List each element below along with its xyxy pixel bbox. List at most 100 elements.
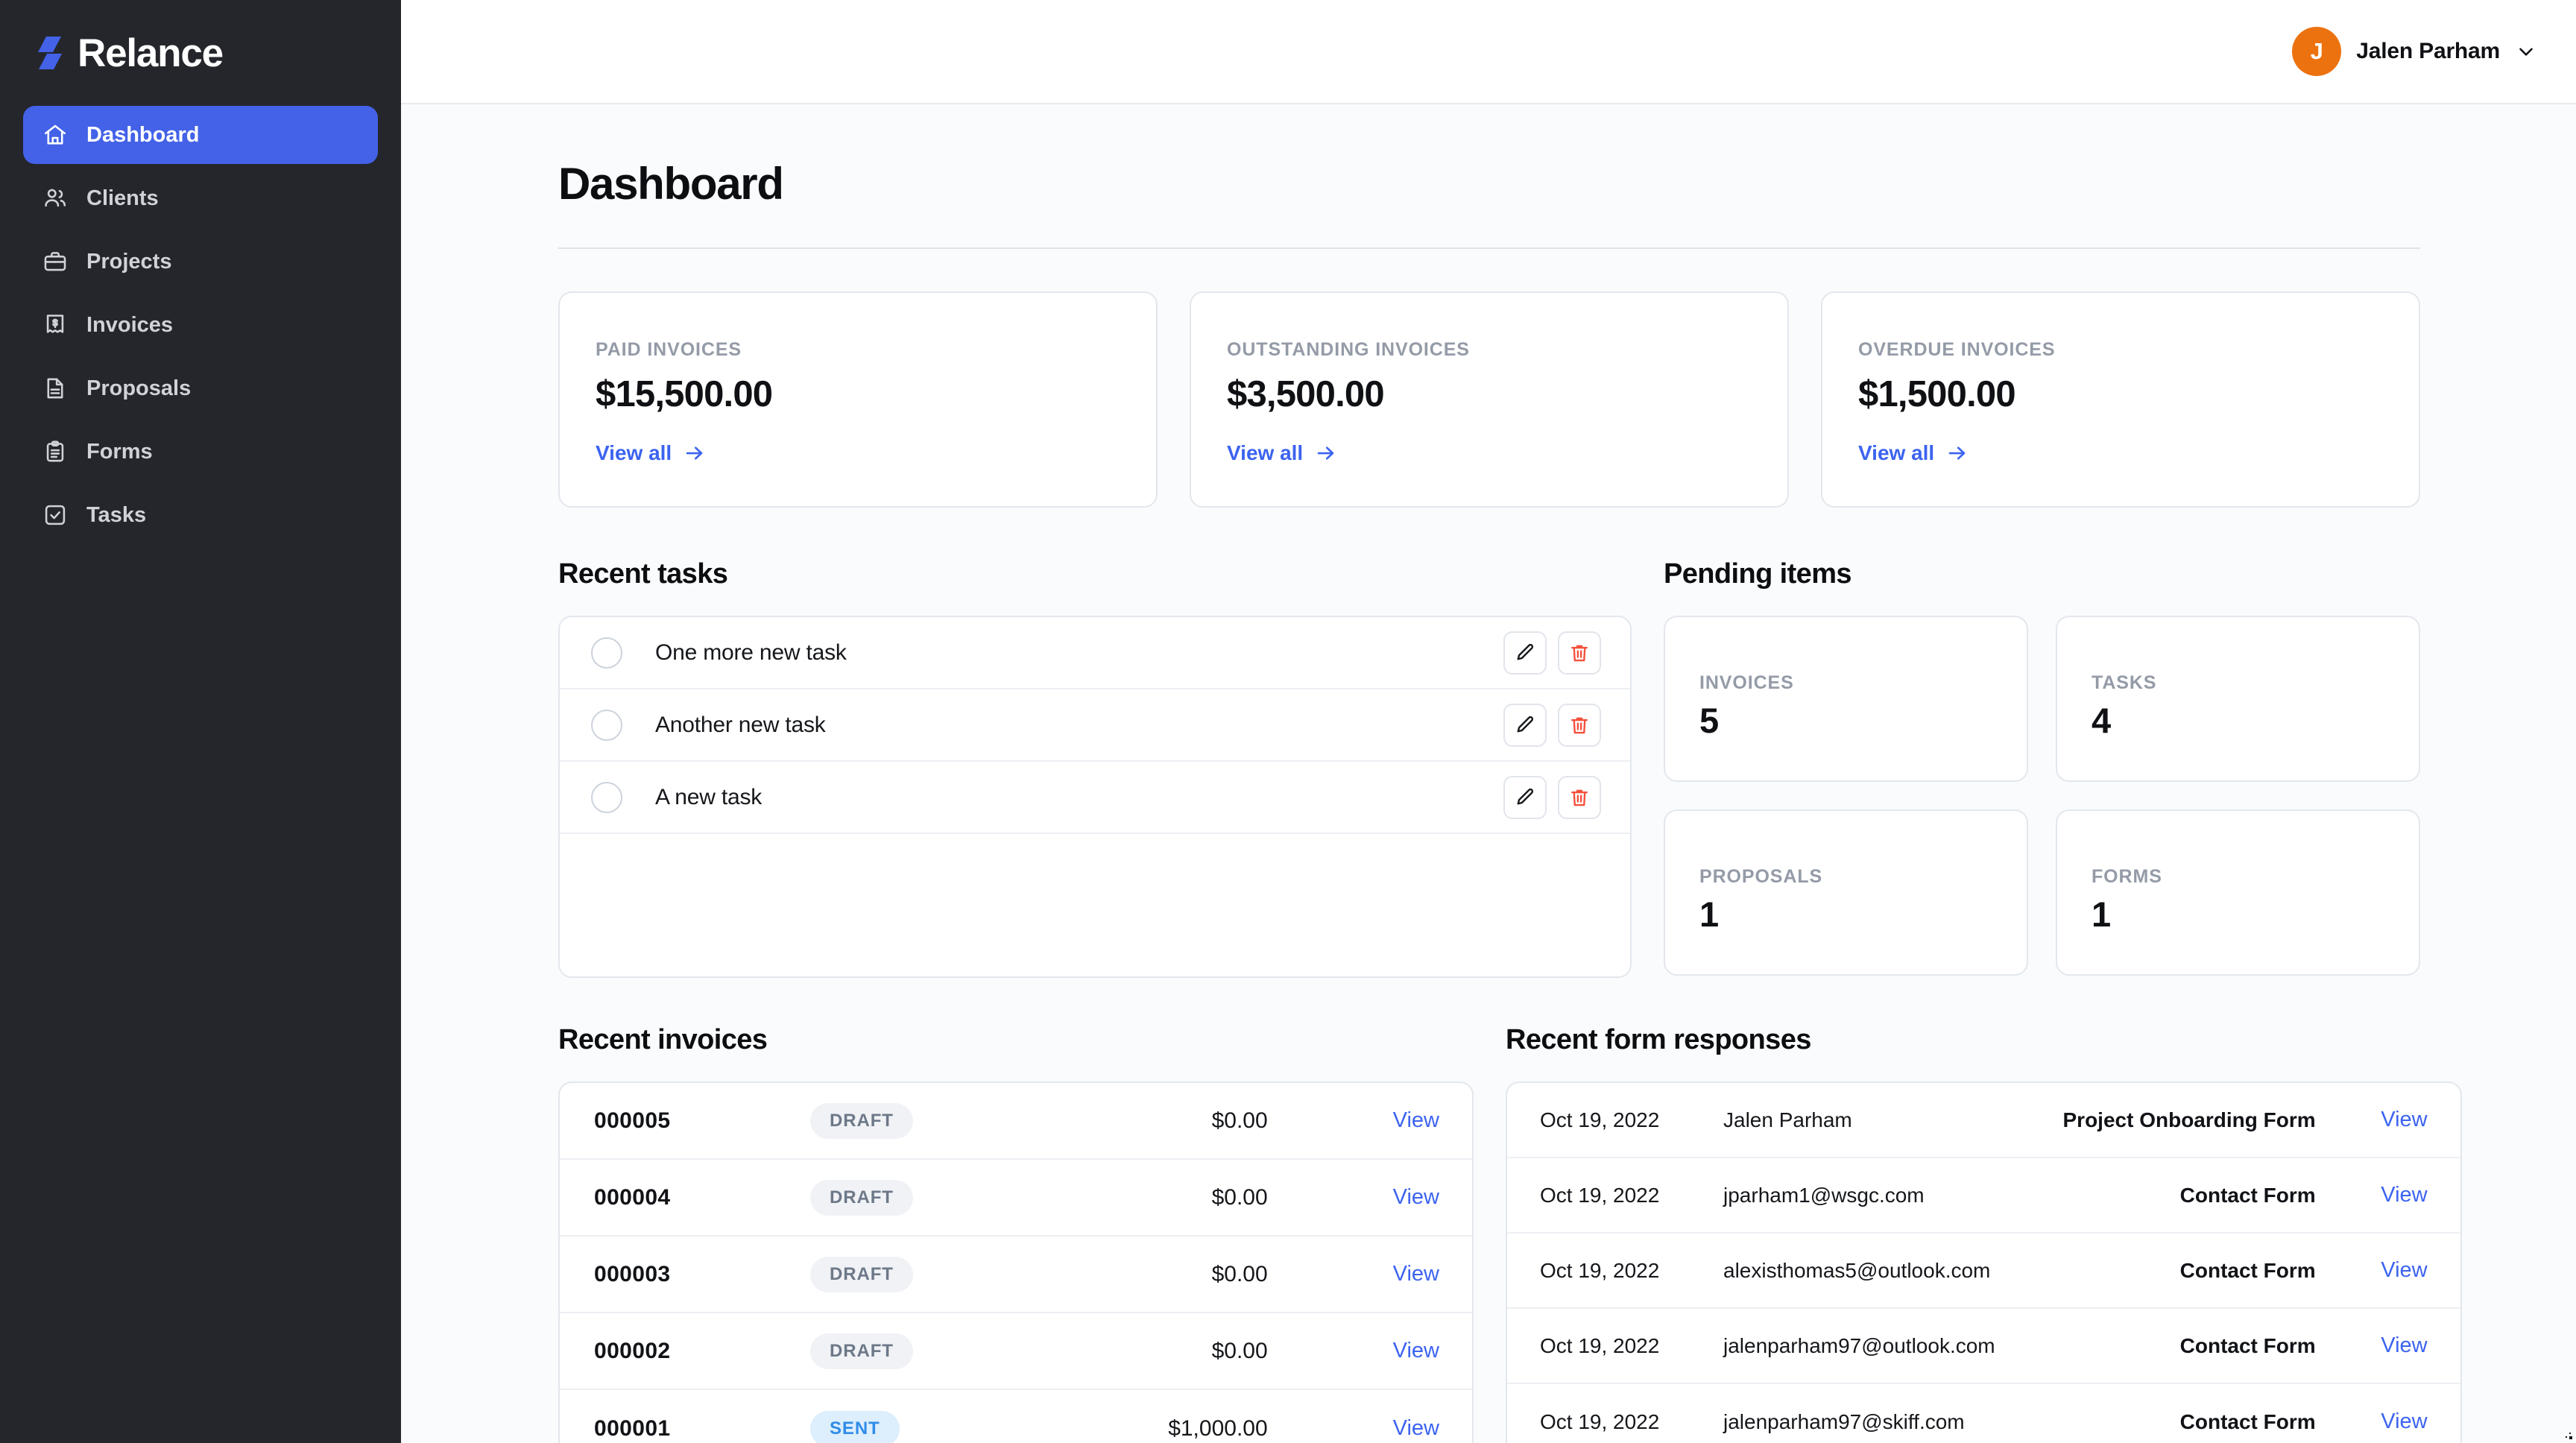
stat-card-overdue-invoices: OVERDUE INVOICES $1,500.00 View all bbox=[1821, 291, 2420, 508]
table-row: Oct 19, 2022 Jalen Parham Project Onboar… bbox=[1507, 1083, 2460, 1158]
status-badge: DRAFT bbox=[810, 1257, 913, 1292]
stat-cards: PAID INVOICES $15,500.00 View all OUTSTA… bbox=[558, 291, 2420, 508]
task-row: One more new task bbox=[560, 617, 1630, 689]
pending-value: 1 bbox=[2092, 897, 2384, 932]
stat-value: $1,500.00 bbox=[1858, 373, 2383, 415]
avatar: J bbox=[2292, 27, 2341, 76]
pencil-icon bbox=[1514, 786, 1536, 809]
clipboard-list-icon bbox=[42, 439, 68, 464]
response-date: Oct 19, 2022 bbox=[1540, 1184, 1689, 1207]
status-badge: DRAFT bbox=[810, 1103, 913, 1139]
view-invoice-link[interactable]: View bbox=[1393, 1108, 1439, 1133]
invoice-number: 000005 bbox=[594, 1108, 810, 1134]
view-response-link[interactable]: View bbox=[2381, 1183, 2427, 1207]
table-row: Oct 19, 2022 jalenparham97@skiff.com Con… bbox=[1507, 1384, 2460, 1443]
status-cell: SENT bbox=[810, 1411, 1056, 1443]
pending-card-tasks[interactable]: TASKS 4 bbox=[2056, 616, 2420, 782]
edit-task-button[interactable] bbox=[1503, 776, 1547, 819]
table-row: Oct 19, 2022 alexisthomas5@outlook.com C… bbox=[1507, 1234, 2460, 1309]
sidebar-item-tasks[interactable]: Tasks bbox=[23, 486, 378, 544]
view-invoice-link[interactable]: View bbox=[1393, 1185, 1439, 1210]
response-respondent: jparham1@wsgc.com bbox=[1723, 1184, 1995, 1207]
status-badge: DRAFT bbox=[810, 1180, 913, 1216]
brand-name: Relance bbox=[78, 34, 223, 73]
pending-card-proposals[interactable]: PROPOSALS 1 bbox=[1664, 809, 2028, 976]
view-response-link[interactable]: View bbox=[2381, 1258, 2427, 1282]
view-all-outstanding-invoices-link[interactable]: View all bbox=[1227, 441, 1337, 465]
task-checkbox[interactable] bbox=[591, 782, 622, 813]
pending-items-grid: INVOICES 5 TASKS 4 PROPOSALS 1 FORMS 1 bbox=[1664, 616, 2420, 976]
response-form-name: Contact Form bbox=[1995, 1410, 2316, 1434]
stat-label: PAID INVOICES bbox=[596, 339, 1120, 361]
sidebar: Relance Dashboard Clients bbox=[0, 0, 401, 1443]
pending-label: INVOICES bbox=[1699, 672, 1992, 694]
response-respondent: Jalen Parham bbox=[1723, 1108, 1995, 1132]
pending-card-invoices[interactable]: INVOICES 5 bbox=[1664, 616, 2028, 782]
invoice-amount: $1,000.00 bbox=[1056, 1416, 1393, 1442]
delete-task-button[interactable] bbox=[1558, 704, 1601, 747]
page-content: Dashboard PAID INVOICES $15,500.00 View … bbox=[401, 104, 2576, 1443]
delete-task-button[interactable] bbox=[1558, 631, 1601, 675]
user-name: Jalen Parham bbox=[2356, 39, 2500, 64]
sidebar-item-clients[interactable]: Clients bbox=[23, 169, 378, 227]
invoice-number: 000001 bbox=[594, 1416, 810, 1442]
sidebar-item-invoices[interactable]: Invoices bbox=[23, 296, 378, 354]
brand-logo[interactable]: Relance bbox=[23, 0, 378, 106]
window-resize-handle[interactable] bbox=[2561, 1428, 2573, 1440]
user-menu[interactable]: J Jalen Parham bbox=[2292, 27, 2537, 76]
sidebar-item-label: Dashboard bbox=[86, 123, 199, 148]
pencil-icon bbox=[1514, 642, 1536, 664]
delete-task-button[interactable] bbox=[1558, 776, 1601, 819]
arrow-right-icon bbox=[1315, 442, 1337, 464]
sidebar-item-dashboard[interactable]: Dashboard bbox=[23, 106, 378, 164]
sidebar-item-label: Projects bbox=[86, 250, 171, 274]
status-cell: DRAFT bbox=[810, 1103, 1056, 1139]
table-row: Oct 19, 2022 jparham1@wsgc.com Contact F… bbox=[1507, 1158, 2460, 1234]
status-cell: DRAFT bbox=[810, 1257, 1056, 1292]
pending-label: PROPOSALS bbox=[1699, 866, 1992, 888]
pending-card-forms[interactable]: FORMS 1 bbox=[2056, 809, 2420, 976]
check-square-icon bbox=[42, 502, 68, 528]
recent-invoices-title: Recent invoices bbox=[558, 1024, 1474, 1056]
view-all-label: View all bbox=[1227, 441, 1303, 465]
task-row: Another new task bbox=[560, 689, 1630, 762]
edit-task-button[interactable] bbox=[1503, 704, 1547, 747]
view-all-label: View all bbox=[1858, 441, 1934, 465]
task-actions bbox=[1503, 704, 1601, 747]
view-all-paid-invoices-link[interactable]: View all bbox=[596, 441, 706, 465]
invoice-amount: $0.00 bbox=[1056, 1185, 1393, 1210]
bottom-section: Recent invoices 000005 DRAFT $0.00 View … bbox=[558, 1024, 2420, 1443]
status-badge: DRAFT bbox=[810, 1333, 913, 1369]
view-all-label: View all bbox=[596, 441, 672, 465]
title-divider bbox=[558, 247, 2420, 249]
response-date: Oct 19, 2022 bbox=[1540, 1334, 1689, 1358]
view-all-overdue-invoices-link[interactable]: View all bbox=[1858, 441, 1969, 465]
sidebar-item-projects[interactable]: Projects bbox=[23, 233, 378, 291]
sidebar-item-forms[interactable]: Forms bbox=[23, 423, 378, 481]
home-icon bbox=[42, 122, 68, 148]
task-label: A new task bbox=[655, 785, 1503, 810]
stat-label: OUTSTANDING INVOICES bbox=[1227, 339, 1752, 361]
view-invoice-link[interactable]: View bbox=[1393, 1262, 1439, 1286]
task-checkbox[interactable] bbox=[591, 710, 622, 741]
sidebar-item-proposals[interactable]: Proposals bbox=[23, 359, 378, 417]
view-invoice-link[interactable]: View bbox=[1393, 1416, 1439, 1441]
edit-task-button[interactable] bbox=[1503, 631, 1547, 675]
trash-icon bbox=[1568, 642, 1591, 664]
arrow-right-icon bbox=[1946, 442, 1969, 464]
task-checkbox[interactable] bbox=[591, 637, 622, 669]
view-response-link[interactable]: View bbox=[2381, 1409, 2427, 1433]
view-invoice-link[interactable]: View bbox=[1393, 1339, 1439, 1363]
task-actions bbox=[1503, 776, 1601, 819]
mid-section: Recent tasks One more new task bbox=[558, 558, 2420, 978]
pending-value: 4 bbox=[2092, 703, 2384, 738]
response-respondent: jalenparham97@skiff.com bbox=[1723, 1410, 1995, 1434]
recent-tasks-card: One more new task bbox=[558, 616, 1632, 978]
table-row: 000005 DRAFT $0.00 View bbox=[560, 1083, 1472, 1160]
sidebar-nav: Dashboard Clients Project bbox=[23, 106, 378, 544]
response-form-name: Contact Form bbox=[1995, 1184, 2316, 1207]
view-response-link[interactable]: View bbox=[2381, 1108, 2427, 1131]
invoice-number: 000003 bbox=[594, 1262, 810, 1287]
table-row: 000003 DRAFT $0.00 View bbox=[560, 1237, 1472, 1313]
view-response-link[interactable]: View bbox=[2381, 1333, 2427, 1357]
